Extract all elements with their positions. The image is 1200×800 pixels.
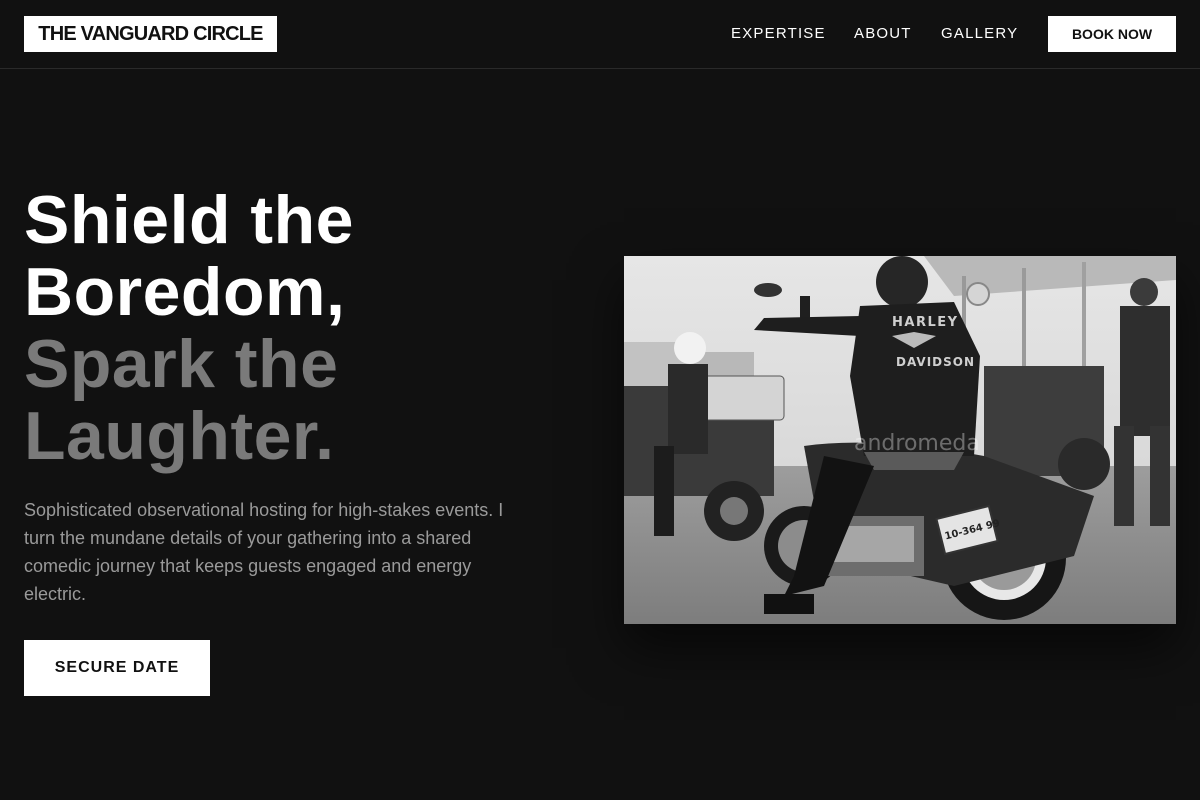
jacket-text-top: HARLEY [892, 315, 959, 330]
headline-line-3: Spark the [24, 326, 339, 402]
hero-photo: 10-364 99 HARLEY DAVIDSON andromeda [624, 256, 1176, 624]
site-logo[interactable]: THE VANGUARD CIRCLE [24, 16, 277, 52]
secure-date-button[interactable]: SECURE DATE [24, 640, 210, 696]
headline-line-4: Laughter. [24, 398, 335, 474]
nav-link-gallery[interactable]: GALLERY [941, 16, 1018, 52]
nav-link-about[interactable]: ABOUT [854, 16, 912, 52]
headline-line-2: Boredom, [24, 254, 346, 330]
nav-link-expertise[interactable]: EXPERTISE [731, 16, 826, 52]
motorcycle-rider-image: 10-364 99 HARLEY DAVIDSON andromeda [624, 256, 1176, 624]
hero-description: Sophisticated observational hosting for … [24, 500, 504, 604]
hero-headline: Shield the Boredom, Spark the Laughter. [24, 184, 354, 472]
photo-watermark: andromeda [854, 431, 980, 456]
jacket-text-bottom: DAVIDSON [896, 355, 975, 369]
headline-line-1: Shield the [24, 182, 354, 258]
book-now-button[interactable]: BOOK NOW [1048, 16, 1176, 52]
site-header: THE VANGUARD CIRCLE EXPERTISE ABOUT GALL… [0, 0, 1200, 69]
